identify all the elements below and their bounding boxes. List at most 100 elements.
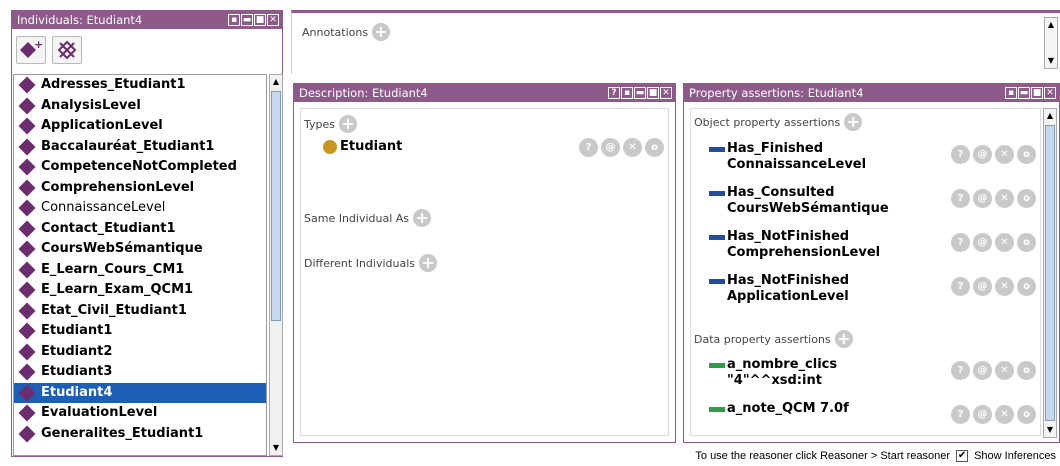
individual-item[interactable]: Adresses_Etudiant1 (14, 75, 266, 96)
individual-item[interactable]: EvaluationLevel (14, 403, 266, 424)
assertion-text: Has_NotFinished ApplicationLevel (727, 273, 849, 305)
close-icon[interactable]: ✕ (267, 14, 279, 26)
property-scroll-down-icon[interactable]: ▼ (1044, 423, 1056, 437)
assertion-property: Has_Finished (727, 141, 824, 156)
annotate-icon[interactable]: @ (601, 138, 620, 157)
individual-item[interactable]: Etudiant1 (14, 321, 266, 342)
add-different-individual-icon[interactable]: + (419, 254, 438, 272)
edit-icon[interactable]: o (1017, 405, 1036, 424)
close-icon[interactable]: ✕ (1044, 87, 1056, 99)
assertion-row[interactable]: Has_NotFinished ComprehensionLevel (709, 229, 880, 261)
add-individual-button[interactable]: + (16, 36, 46, 64)
annotations-scrollbar[interactable]: ▲ ▼ (1044, 17, 1058, 69)
annotate-icon[interactable]: @ (973, 361, 992, 380)
annotate-icon[interactable]: @ (973, 233, 992, 252)
individual-item[interactable]: E_Learn_Exam_QCM1 (14, 280, 266, 301)
assertion-actions: ? @ ✕ o (951, 405, 1036, 424)
edit-icon[interactable]: o (1017, 361, 1036, 380)
type-row[interactable]: Etudiant (323, 139, 402, 155)
explain-icon[interactable]: ? (951, 361, 970, 380)
object-property-icon (709, 279, 725, 284)
explain-icon[interactable]: ? (951, 233, 970, 252)
object-property-icon (709, 235, 725, 240)
data-property-label: Data property assertions (694, 332, 831, 346)
maximize-icon[interactable]: ■ (647, 87, 659, 99)
add-object-property-icon[interactable]: + (844, 113, 863, 131)
annotate-icon[interactable]: @ (973, 145, 992, 164)
individual-icon (18, 240, 36, 258)
individual-item[interactable]: AnalysisLevel (14, 96, 266, 117)
edit-icon[interactable]: o (645, 138, 664, 157)
individuals-scrollbar[interactable]: ▲ ▼ (269, 74, 283, 456)
delete-individual-button[interactable] (52, 36, 82, 64)
edit-icon[interactable]: o (1017, 145, 1036, 164)
delete-icon[interactable]: ✕ (995, 361, 1014, 380)
property-scrollbar-thumb[interactable] (1045, 125, 1055, 421)
minimize-icon[interactable]: ▬ (241, 14, 253, 26)
add-same-individual-icon[interactable]: + (413, 209, 432, 227)
annotations-scroll-down-icon[interactable]: ▼ (1045, 54, 1057, 68)
delete-icon[interactable]: ✕ (623, 138, 642, 157)
property-scroll-up-icon[interactable]: ▲ (1044, 109, 1056, 123)
delete-icon[interactable]: ✕ (995, 145, 1014, 164)
individual-item[interactable]: Contact_Etudiant1 (14, 219, 266, 240)
view-options-icon[interactable]: ▪ (1005, 87, 1017, 99)
annotate-icon[interactable]: @ (973, 405, 992, 424)
assertion-row[interactable]: Has_Finished ConnaissanceLevel (709, 141, 866, 173)
individual-item[interactable]: E_Learn_Cours_CM1 (14, 260, 266, 281)
edit-icon[interactable]: o (1017, 189, 1036, 208)
assertion-row[interactable]: a_note_QCM 7.0f (709, 401, 849, 417)
explain-icon[interactable]: ? (951, 145, 970, 164)
individual-item[interactable]: ComprehensionLevel (14, 178, 266, 199)
delete-icon[interactable]: ✕ (995, 405, 1014, 424)
minimize-icon[interactable]: ▬ (1018, 87, 1030, 99)
individual-icon (18, 281, 36, 299)
individual-item[interactable]: Etudiant2 (14, 342, 266, 363)
object-property-icon (709, 191, 725, 196)
explain-icon[interactable]: ? (951, 189, 970, 208)
annotations-scroll-up-icon[interactable]: ▲ (1045, 18, 1057, 32)
maximize-icon[interactable]: ■ (254, 14, 266, 26)
type-value: Etudiant (340, 139, 403, 154)
scroll-down-icon[interactable]: ▼ (270, 441, 282, 455)
individual-item[interactable]: Generalites_Etudiant1 (14, 424, 266, 445)
individual-item[interactable]: Etudiant4 (14, 382, 266, 403)
assertion-row[interactable]: Has_NotFinished ApplicationLevel (709, 273, 849, 305)
individual-item[interactable]: Etudiant3 (14, 362, 266, 383)
scrollbar-thumb[interactable] (271, 91, 281, 321)
close-icon[interactable]: ✕ (660, 87, 672, 99)
assertion-row[interactable]: Has_Consulted CoursWebSémantique (709, 185, 889, 217)
help-icon[interactable]: ? (608, 87, 620, 99)
annotate-icon[interactable]: @ (973, 189, 992, 208)
edit-icon[interactable]: o (1017, 277, 1036, 296)
show-inferences-checkbox[interactable]: ✔ (956, 450, 969, 462)
same-individual-label: Same Individual As (304, 211, 410, 225)
explain-icon[interactable]: ? (951, 405, 970, 424)
add-data-property-icon[interactable]: + (834, 330, 853, 348)
delete-icon[interactable]: ✕ (995, 189, 1014, 208)
scroll-up-icon[interactable]: ▲ (270, 75, 282, 89)
annotate-icon[interactable]: @ (973, 277, 992, 296)
view-options-icon[interactable]: ▪ (621, 87, 633, 99)
types-label: Types (304, 117, 335, 131)
delete-icon[interactable]: ✕ (995, 277, 1014, 296)
maximize-icon[interactable]: ■ (1031, 87, 1043, 99)
add-annotation-icon[interactable]: + (372, 23, 391, 41)
view-options-icon[interactable]: ▪ (228, 14, 240, 26)
assertion-row[interactable]: a_nombre_clics "4"^^xsd:int (709, 357, 837, 389)
edit-icon[interactable]: o (1017, 233, 1036, 252)
assertion-actions: ? @ ✕ o (951, 189, 1036, 208)
property-scrollbar[interactable]: ▲ ▼ (1043, 108, 1057, 438)
individual-item[interactable]: ConnaissanceLevel (14, 198, 266, 219)
add-type-icon[interactable]: + (339, 115, 357, 133)
individual-item[interactable]: CoursWebSémantique (14, 239, 266, 260)
minimize-icon[interactable]: ▬ (634, 87, 646, 99)
individual-item[interactable]: Baccalauréat_Etudiant1 (14, 137, 266, 158)
individual-item[interactable]: ApplicationLevel (14, 116, 266, 137)
explain-icon[interactable]: ? (951, 277, 970, 296)
individual-item[interactable]: CompetenceNotCompleted (14, 157, 266, 178)
annotations-header: Annotations + (302, 23, 391, 41)
individual-item[interactable]: Etat_Civil_Etudiant1 (14, 301, 266, 322)
delete-icon[interactable]: ✕ (995, 233, 1014, 252)
explain-icon[interactable]: ? (579, 138, 598, 157)
